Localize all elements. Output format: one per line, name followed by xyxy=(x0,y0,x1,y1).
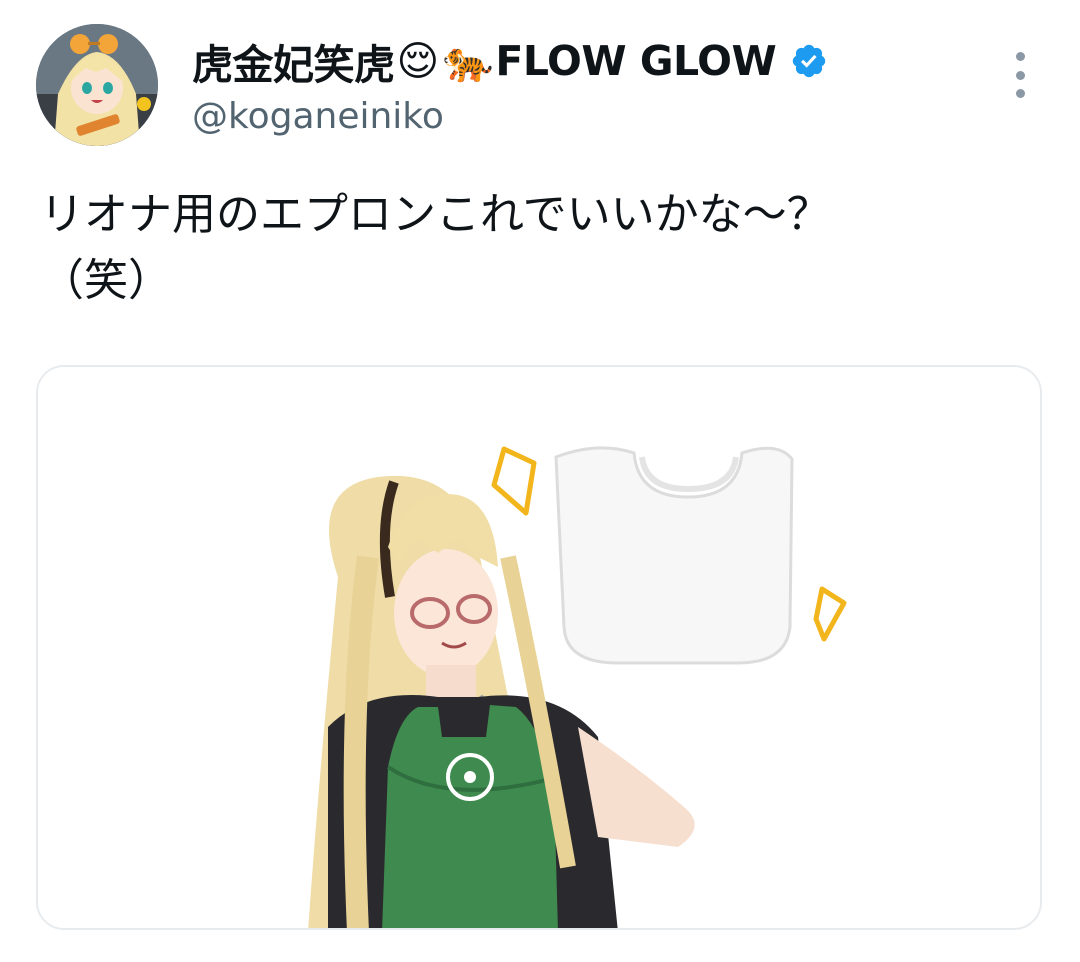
verified-badge-icon xyxy=(790,42,828,80)
more-options-icon xyxy=(1015,70,1025,80)
author-handle[interactable]: @koganeiniko xyxy=(192,92,828,142)
more-options-icon xyxy=(1015,52,1025,61)
more-options-button[interactable] xyxy=(1002,52,1038,98)
author-display-name[interactable]: 虎金妃笑虎 😌 🐅 FLOW GLOW xyxy=(192,30,828,92)
more-options-icon xyxy=(1015,89,1025,98)
tweet-text: リオナ用のエプロンこれでいいかな〜？ （笑） xyxy=(40,189,831,306)
tweet-media[interactable] xyxy=(36,365,1042,930)
avatar[interactable] xyxy=(36,24,158,146)
display-name-suffix: FLOW GLOW xyxy=(495,37,777,85)
tweet-image xyxy=(38,367,1040,928)
relieved-face-emoji: 😌 xyxy=(396,37,440,85)
display-name-text: 虎金妃笑虎 xyxy=(192,41,395,89)
tiger-emoji: 🐅 xyxy=(442,36,494,85)
avatar-icon xyxy=(36,24,158,146)
